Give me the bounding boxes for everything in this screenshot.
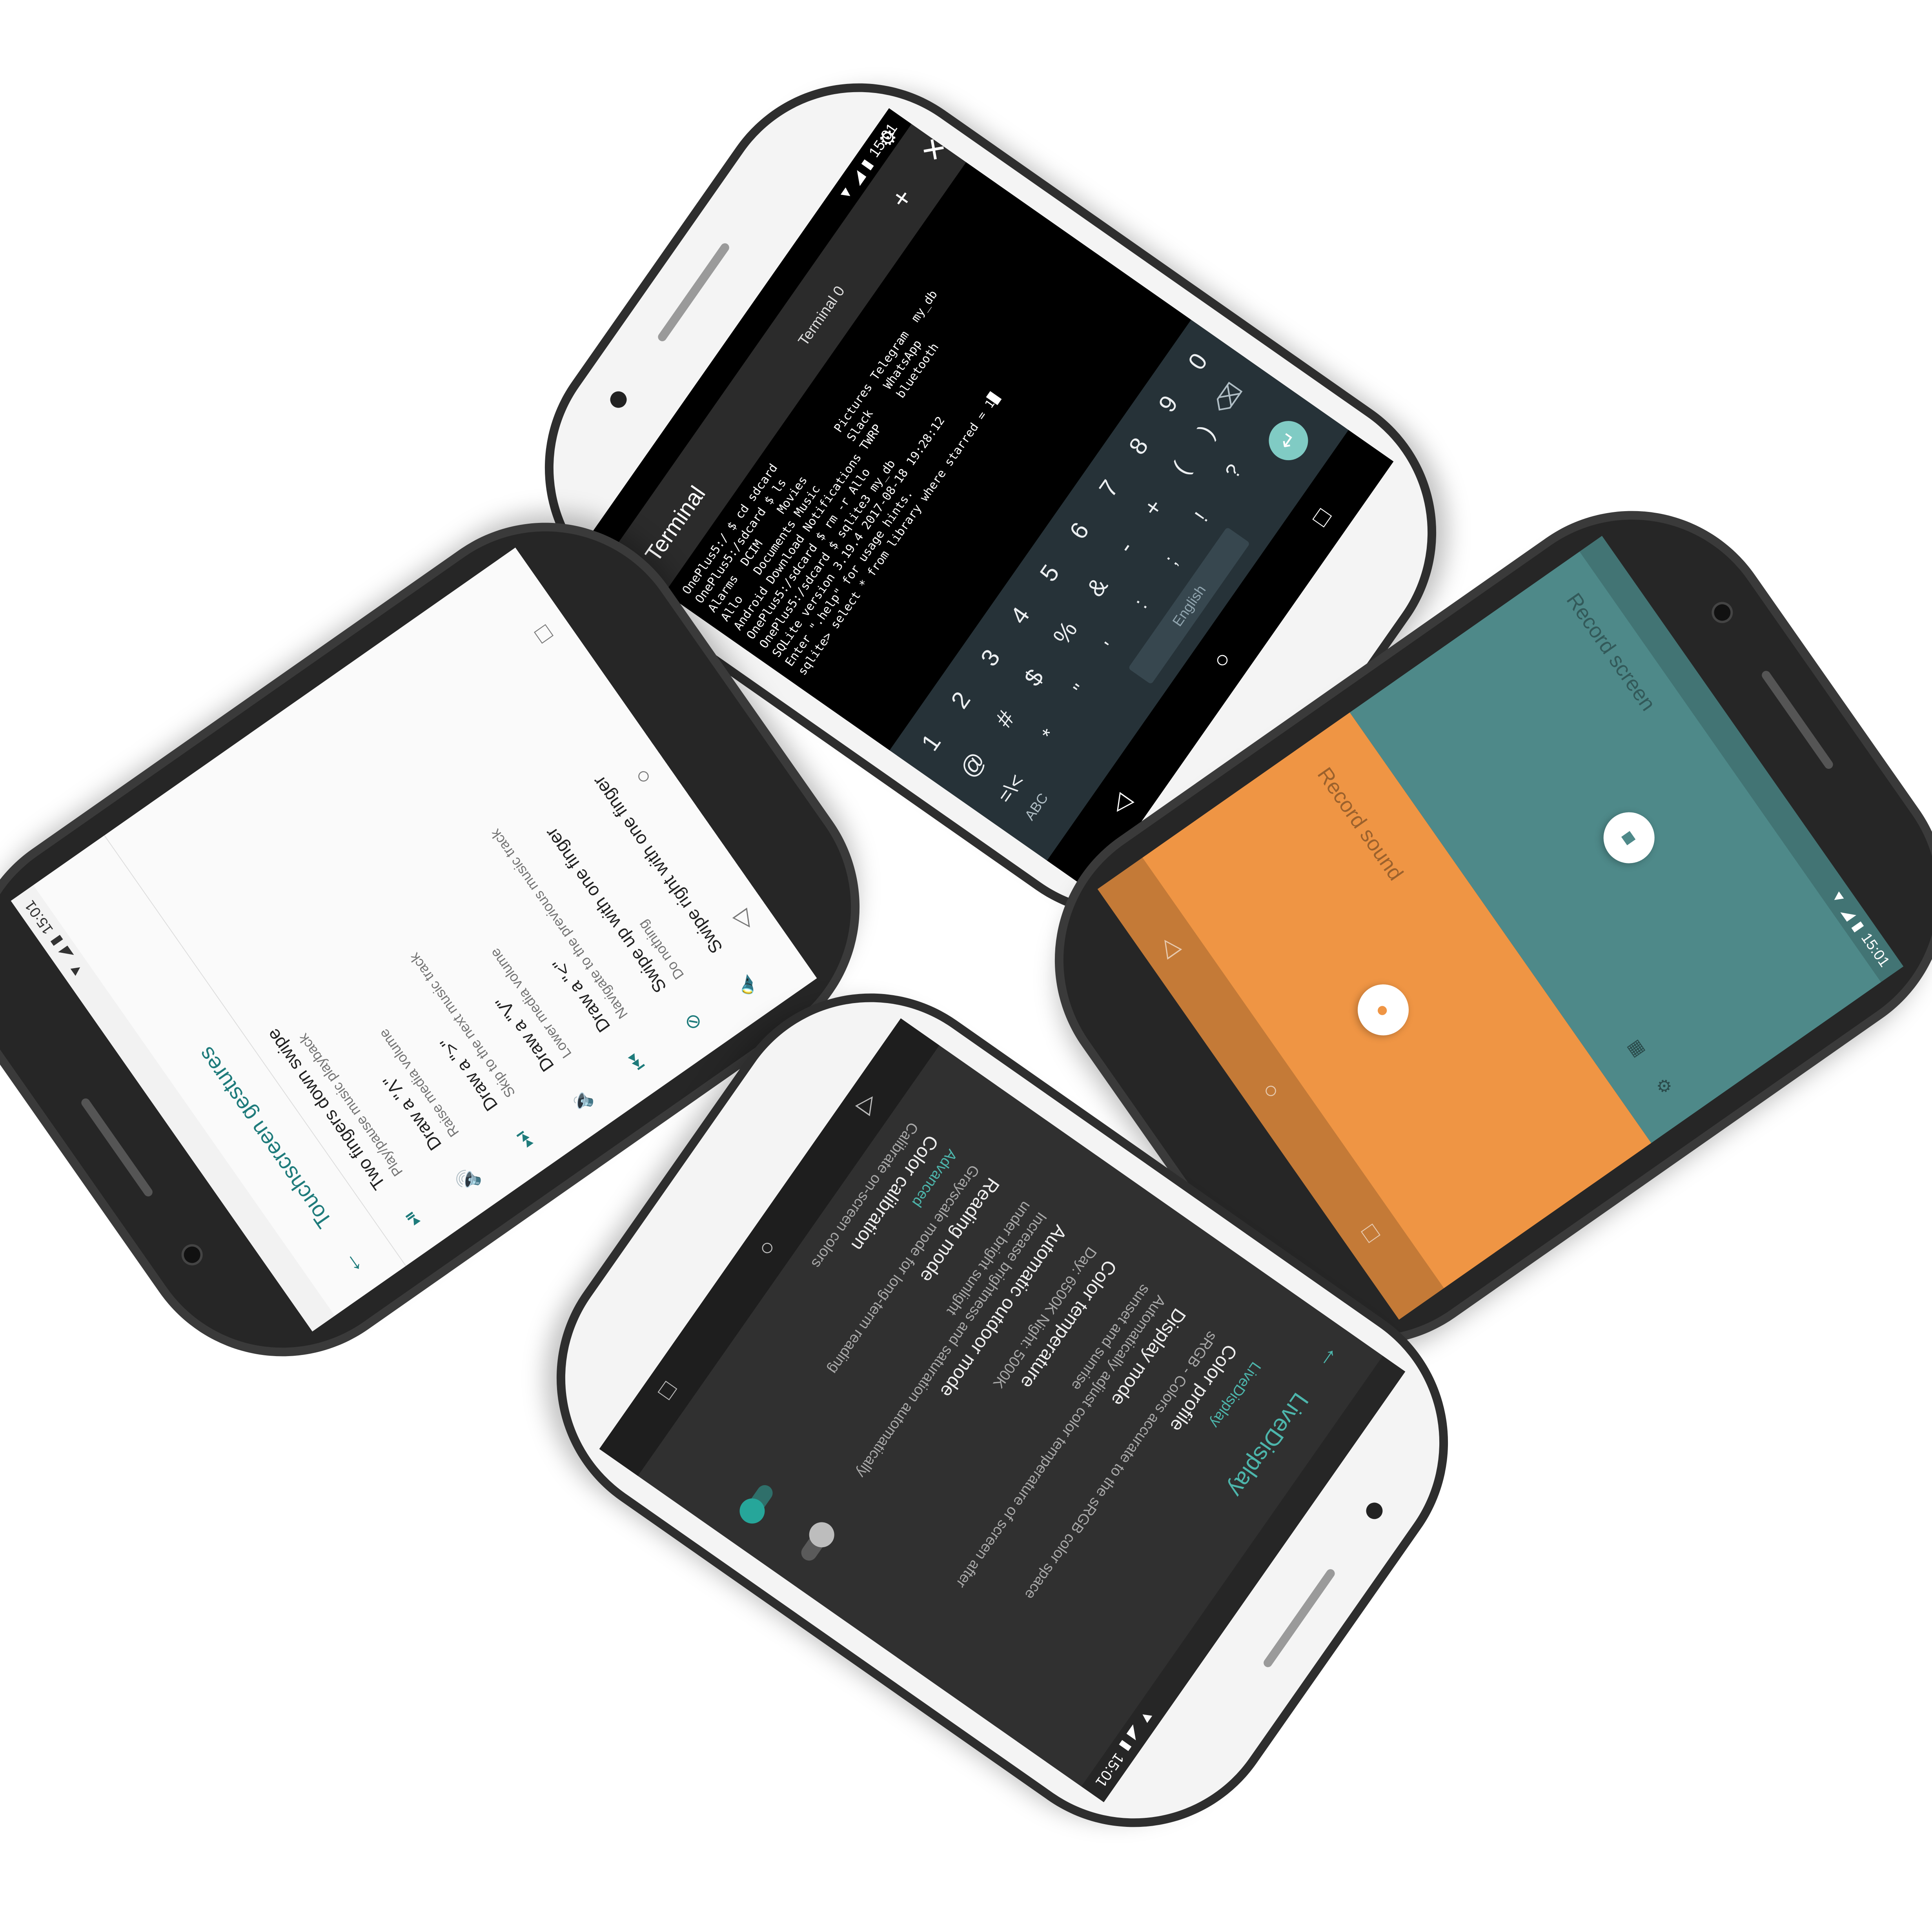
key[interactable]: 6 xyxy=(1064,517,1095,544)
key[interactable]: ? xyxy=(1220,460,1246,483)
tab-terminal-0[interactable]: Terminal 0 xyxy=(795,283,849,349)
home-icon[interactable]: ○ xyxy=(627,763,657,790)
phone-speaker xyxy=(80,1096,155,1198)
key[interactable]: 1 xyxy=(916,729,947,756)
recents-icon[interactable]: □ xyxy=(653,1378,683,1405)
phone-speaker xyxy=(1760,669,1835,771)
wifi-icon: ▼ xyxy=(1136,1706,1158,1728)
mic-icon[interactable]: ● xyxy=(1347,974,1419,1045)
key[interactable]: =\< xyxy=(993,770,1029,808)
front-camera xyxy=(180,1243,204,1266)
key[interactable]: - xyxy=(1112,536,1139,559)
gear-icon[interactable]: ⚙ xyxy=(1651,1074,1676,1098)
volume-up-icon: 🔊 xyxy=(452,1163,484,1196)
home-icon[interactable]: ○ xyxy=(753,1235,783,1262)
phone-speaker xyxy=(1262,1567,1337,1669)
clapper-icon[interactable]: ▦ xyxy=(1624,1036,1650,1060)
key[interactable]: 8 xyxy=(1124,433,1154,460)
recents-icon[interactable]: □ xyxy=(1357,1219,1387,1246)
wifi-icon: ▼ xyxy=(835,182,857,204)
key[interactable]: 2 xyxy=(945,686,976,714)
add-tab-icon[interactable]: + xyxy=(884,183,919,214)
battery-icon: ▮ xyxy=(47,932,65,949)
play-pause-icon: ⏯ xyxy=(398,1206,425,1232)
skip-previous-icon: ⏮ xyxy=(622,1048,651,1075)
key[interactable]: ( xyxy=(1167,457,1195,480)
recents-icon[interactable]: □ xyxy=(1306,503,1336,530)
signal-icon: ◢ xyxy=(847,168,868,187)
home-icon[interactable]: ○ xyxy=(1256,1077,1287,1104)
volume-down-icon: 🔉 xyxy=(564,1084,596,1117)
reading-mode-toggle[interactable] xyxy=(734,1482,776,1529)
key[interactable]: ) xyxy=(1193,420,1220,443)
wifi-icon: ▼ xyxy=(65,959,87,981)
back-icon[interactable]: ◁ xyxy=(727,906,760,936)
front-camera xyxy=(607,388,630,411)
signal-icon: ◢ xyxy=(55,945,75,964)
key[interactable]: 5 xyxy=(1034,560,1065,587)
home-icon[interactable]: ○ xyxy=(1206,646,1236,673)
key[interactable]: * xyxy=(1037,725,1061,745)
backspace-icon[interactable]: ⌫ xyxy=(1209,378,1248,419)
wifi-icon: ▼ xyxy=(1827,886,1850,908)
key[interactable]: # xyxy=(990,705,1020,732)
videocam-icon[interactable]: ■ xyxy=(1593,802,1665,874)
back-arrow-icon[interactable]: ← xyxy=(332,1247,370,1284)
key[interactable]: 9 xyxy=(1153,390,1184,417)
key[interactable]: @ xyxy=(954,747,991,783)
key[interactable]: $ xyxy=(1019,664,1049,691)
key[interactable]: ! xyxy=(1190,508,1213,526)
key[interactable]: % xyxy=(1048,616,1083,650)
toggle-knob xyxy=(804,1517,839,1552)
enter-key[interactable]: ↵ xyxy=(1261,413,1316,468)
battery-icon: ▮ xyxy=(1117,1738,1135,1754)
battery-icon: ▮ xyxy=(1849,918,1868,935)
abc-key[interactable]: ABC xyxy=(1022,790,1052,823)
key[interactable]: : xyxy=(1129,595,1152,613)
key[interactable]: 3 xyxy=(975,644,1006,671)
key[interactable]: + xyxy=(1138,494,1169,521)
record-sound-label: Record sound xyxy=(1313,763,1408,885)
front-camera xyxy=(1711,601,1734,624)
battery-icon: ▮ xyxy=(858,156,876,173)
back-icon[interactable]: ◁ xyxy=(1154,931,1187,961)
block-icon: ⊘ xyxy=(679,1009,707,1035)
phone-speaker xyxy=(656,241,731,343)
key[interactable]: 7 xyxy=(1094,475,1124,502)
key[interactable]: ' xyxy=(1100,638,1122,655)
close-icon[interactable]: ✕ xyxy=(914,131,954,168)
signal-icon: ◢ xyxy=(1125,1723,1145,1743)
back-icon[interactable]: ◁ xyxy=(853,1089,886,1120)
key[interactable]: " xyxy=(1069,680,1092,699)
key[interactable]: 4 xyxy=(1005,602,1036,629)
signal-icon: ◢ xyxy=(1839,903,1859,923)
back-icon[interactable]: ◁ xyxy=(1104,788,1137,819)
key[interactable]: & xyxy=(1082,573,1114,602)
outdoor-mode-toggle[interactable] xyxy=(798,1517,839,1564)
skip-next-icon: ⏭ xyxy=(510,1127,538,1154)
front-camera xyxy=(1363,1499,1386,1522)
back-arrow-icon[interactable]: ← xyxy=(1313,1341,1351,1378)
toggle-knob xyxy=(734,1493,770,1529)
key[interactable]: ; xyxy=(1160,551,1182,569)
cursor: █ xyxy=(986,391,1002,405)
key[interactable]: 0 xyxy=(1183,348,1213,375)
recents-icon[interactable]: □ xyxy=(528,621,558,648)
